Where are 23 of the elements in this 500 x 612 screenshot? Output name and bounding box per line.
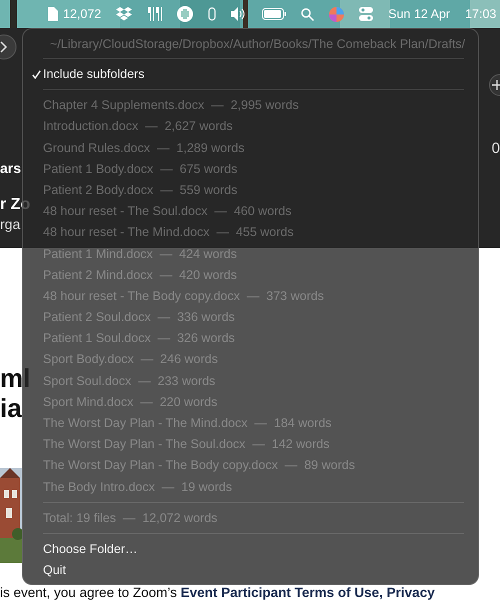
dropbox-icon[interactable] <box>116 7 132 21</box>
battery-icon[interactable] <box>262 8 286 20</box>
word-count[interactable]: 12,072 <box>63 7 102 21</box>
menu-item[interactable]: Quit <box>32 560 464 582</box>
page-heading: ia <box>0 393 22 423</box>
page-text: r Zo <box>0 196 30 214</box>
utensils-icon[interactable] <box>147 7 162 21</box>
search-icon[interactable] <box>301 8 314 20</box>
colorful-circle-icon[interactable] <box>329 6 344 22</box>
menu-bar-date[interactable]: Sun 12 Apr <box>388 7 450 21</box>
document-icon[interactable] <box>47 7 58 21</box>
page-text: is event, you agree to Zoom’s Event Participant Terms of Use, Privacy <box>0 585 435 600</box>
volume-icon[interactable] <box>231 7 248 21</box>
page-text: rga <box>0 216 20 232</box>
page-text: 0 <box>492 140 500 157</box>
folder-path: ~/Library/CloudStorage/Dropbox/Author/Books/The Comeback Plan/Drafts/ <box>50 36 466 53</box>
control-center-icon[interactable] <box>359 7 374 21</box>
menu-item[interactable]: Choose Folder… <box>32 538 464 560</box>
menu-item[interactable]: Include subfolders <box>43 64 144 86</box>
page-text: ars <box>0 160 22 176</box>
menu-bar-time[interactable]: 17:03 <box>465 7 496 21</box>
paperclip-icon[interactable] <box>208 7 216 21</box>
waveform-circle-icon[interactable] <box>177 6 194 22</box>
